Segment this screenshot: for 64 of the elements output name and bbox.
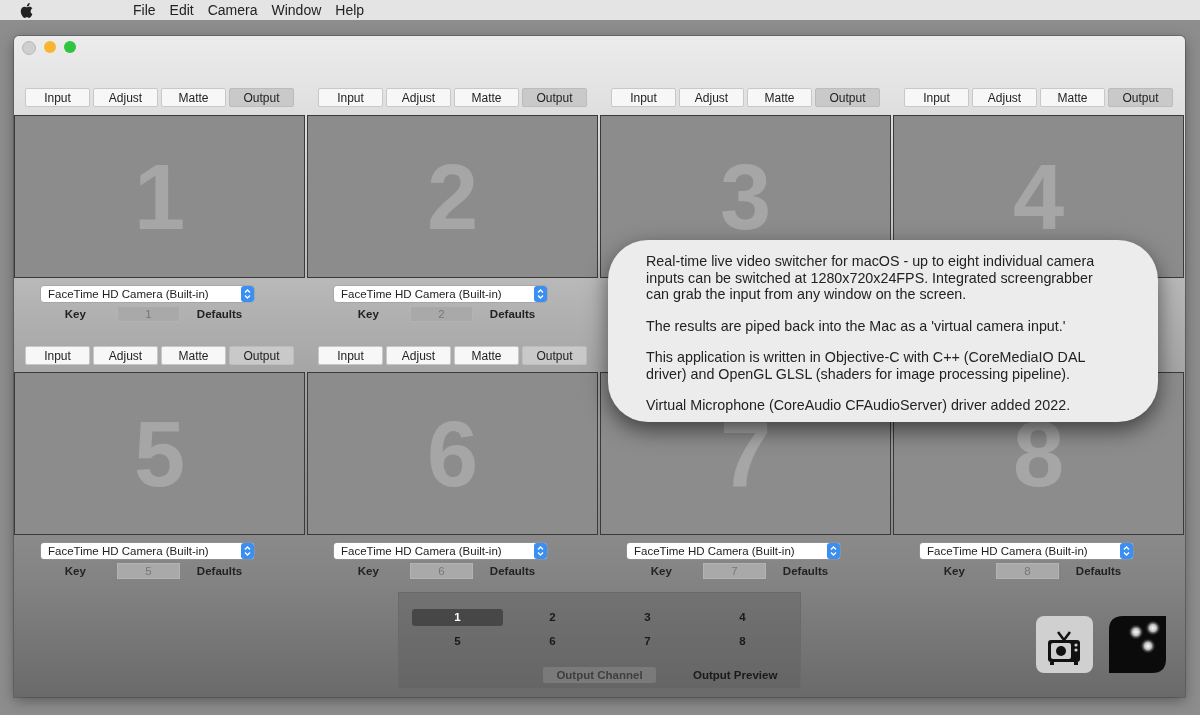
mode-button[interactable]: Input [25, 346, 90, 365]
key-label: Key [64, 565, 86, 577]
defaults-label[interactable]: Defaults [196, 565, 243, 577]
apple-logo-icon[interactable] [20, 2, 33, 18]
mode-button[interactable]: Adjust [386, 346, 451, 365]
mode-button[interactable]: Adjust [386, 88, 451, 107]
description-text: This application is written in Objective-C with C++ (CoreMediaIO DAL driver) and OpenGL GLSL (shaders for image processing pipeline). [646, 349, 1086, 382]
stepper-icon[interactable] [534, 543, 547, 559]
menu-item[interactable]: Window [264, 2, 329, 18]
mode-button[interactable]: Output [522, 88, 587, 107]
mode-button[interactable]: Output [229, 346, 294, 365]
mode-button[interactable]: Input [318, 88, 383, 107]
tv-icon[interactable] [1036, 616, 1093, 673]
stepper-icon[interactable] [534, 286, 547, 302]
description-text: The results are piped back into the Mac as a 'virtual camera input.' [646, 317, 1067, 334]
app-logo-icon[interactable] [1109, 616, 1166, 673]
menu-item[interactable]: File [126, 2, 163, 18]
mode-button[interactable]: Adjust [972, 88, 1037, 107]
menu-item[interactable]: Camera [200, 2, 265, 18]
description-text: Real-time live video switcher for macOS - up to eight individual camera inputs can be switched at 1280x720x24FPS. Integrated screengrabber can grab the input from any window on the screen. [646, 253, 1096, 303]
defaults-label[interactable]: Defaults [196, 308, 243, 320]
key-label: Key [650, 565, 672, 577]
menu-item[interactable]: Edit [162, 2, 201, 18]
mode-button[interactable]: Input [318, 346, 383, 365]
camera-dropdown[interactable]: FaceTime HD Camera (Built-in) [334, 543, 547, 559]
stepper-icon[interactable] [1120, 543, 1133, 559]
camera-dropdown[interactable]: FaceTime HD Camera (Built-in) [41, 543, 254, 559]
zoom-button[interactable] [64, 41, 76, 53]
key-label: Key [943, 565, 965, 577]
mode-button[interactable]: Output [229, 88, 294, 107]
defaults-label[interactable]: Defaults [489, 308, 536, 320]
stepper-icon[interactable] [241, 286, 254, 302]
camera-dropdown[interactable]: FaceTime HD Camera (Built-in) [627, 543, 840, 559]
defaults-label[interactable]: Defaults [782, 565, 829, 577]
defaults-label[interactable]: Defaults [1075, 565, 1122, 577]
channel-selector[interactable]: 1 [412, 609, 503, 626]
camera-dropdown[interactable]: FaceTime HD Camera (Built-in) [41, 286, 254, 302]
mode-button[interactable]: Output [522, 346, 587, 365]
key-label: Key [64, 308, 86, 320]
stepper-icon[interactable] [827, 543, 840, 559]
mode-button[interactable]: Matte [454, 346, 519, 365]
mode-button[interactable]: Output [1108, 88, 1173, 107]
key-label: Key [357, 308, 379, 320]
mode-button[interactable]: Input [611, 88, 676, 107]
mode-button[interactable]: Adjust [93, 88, 158, 107]
camera-dropdown[interactable]: FaceTime HD Camera (Built-in) [334, 286, 547, 302]
mode-button[interactable]: Matte [454, 88, 519, 107]
mode-button[interactable]: Adjust [679, 88, 744, 107]
mode-button[interactable]: Matte [747, 88, 812, 107]
close-button[interactable] [22, 41, 36, 55]
defaults-label[interactable]: Defaults [489, 565, 536, 577]
key-label: Key [357, 565, 379, 577]
mode-button[interactable]: Matte [161, 346, 226, 365]
camera-dropdown[interactable]: FaceTime HD Camera (Built-in) [920, 543, 1133, 559]
minimize-button[interactable] [44, 41, 56, 53]
mode-button[interactable]: Output [815, 88, 880, 107]
mode-button[interactable]: Matte [1040, 88, 1105, 107]
mode-button[interactable]: Matte [161, 88, 226, 107]
output-preview-label: Output Preview [693, 669, 778, 681]
mode-button[interactable]: Adjust [93, 346, 158, 365]
stepper-icon[interactable] [241, 543, 254, 559]
menu-item[interactable]: Help [328, 2, 372, 18]
mode-button[interactable]: Input [25, 88, 90, 107]
mode-button[interactable]: Input [904, 88, 969, 107]
